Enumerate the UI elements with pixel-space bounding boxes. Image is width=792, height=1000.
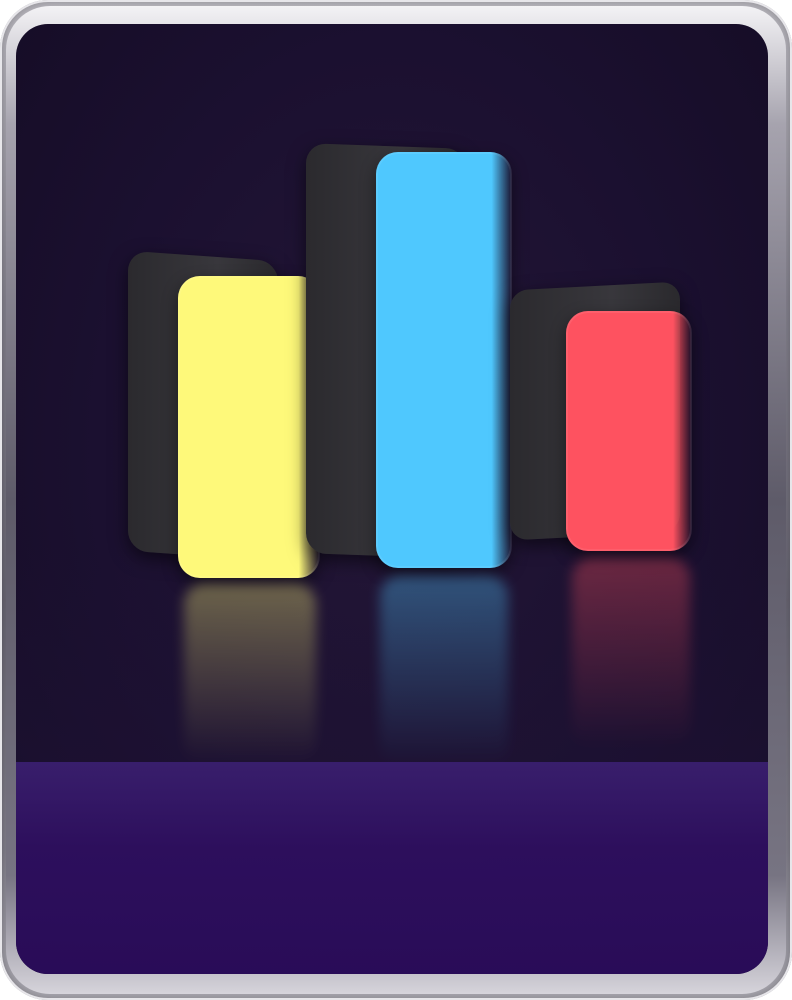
- bottom-band: [16, 762, 768, 974]
- left-bar-reflection: [184, 584, 316, 764]
- bar-chart-illustration: [16, 24, 768, 974]
- right-bar: [566, 311, 692, 551]
- right-bar-reflection: [572, 558, 690, 748]
- left-bar: [178, 276, 320, 578]
- middle-bar-reflection: [380, 576, 508, 766]
- middle-bar: [376, 152, 512, 568]
